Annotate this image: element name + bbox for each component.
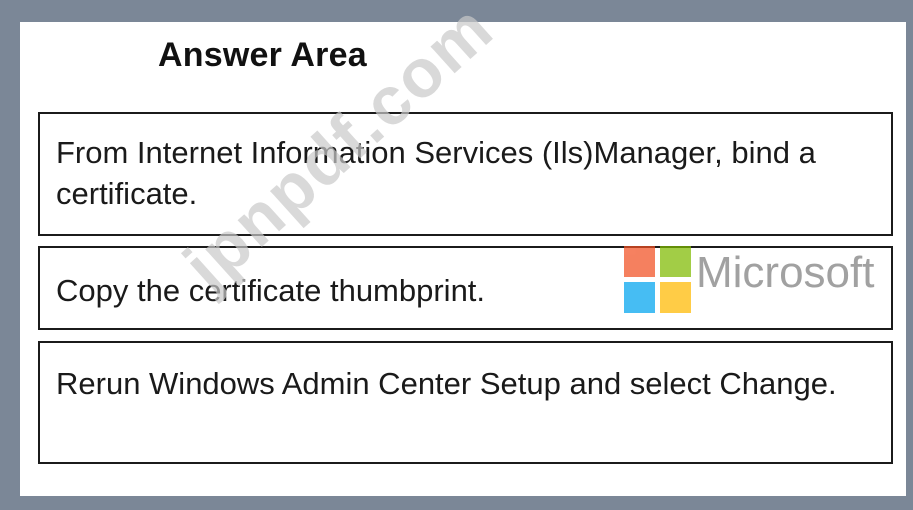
answer-item-text: Rerun Windows Admin Center Setup and sel…	[56, 366, 837, 401]
answer-item-text: Copy the certificate thumbprint.	[56, 273, 486, 308]
microsoft-logo-text: Microsoft	[696, 248, 875, 297]
answer-area-panel: Answer Area From Internet Information Se…	[20, 0, 906, 496]
answer-item-text: From Internet Information Services (Ils)…	[56, 135, 816, 211]
logo-square-red	[624, 246, 655, 277]
logo-square-green	[660, 246, 691, 277]
answer-item-3[interactable]: Rerun Windows Admin Center Setup and sel…	[38, 341, 893, 464]
answer-area-title: Answer Area	[158, 36, 367, 74]
logo-square-blue	[624, 282, 655, 313]
answer-item-1[interactable]: From Internet Information Services (Ils)…	[38, 112, 893, 236]
logo-square-yellow	[660, 282, 691, 313]
microsoft-logo-icon	[624, 246, 694, 316]
outer-frame: Answer Area From Internet Information Se…	[0, 0, 913, 510]
